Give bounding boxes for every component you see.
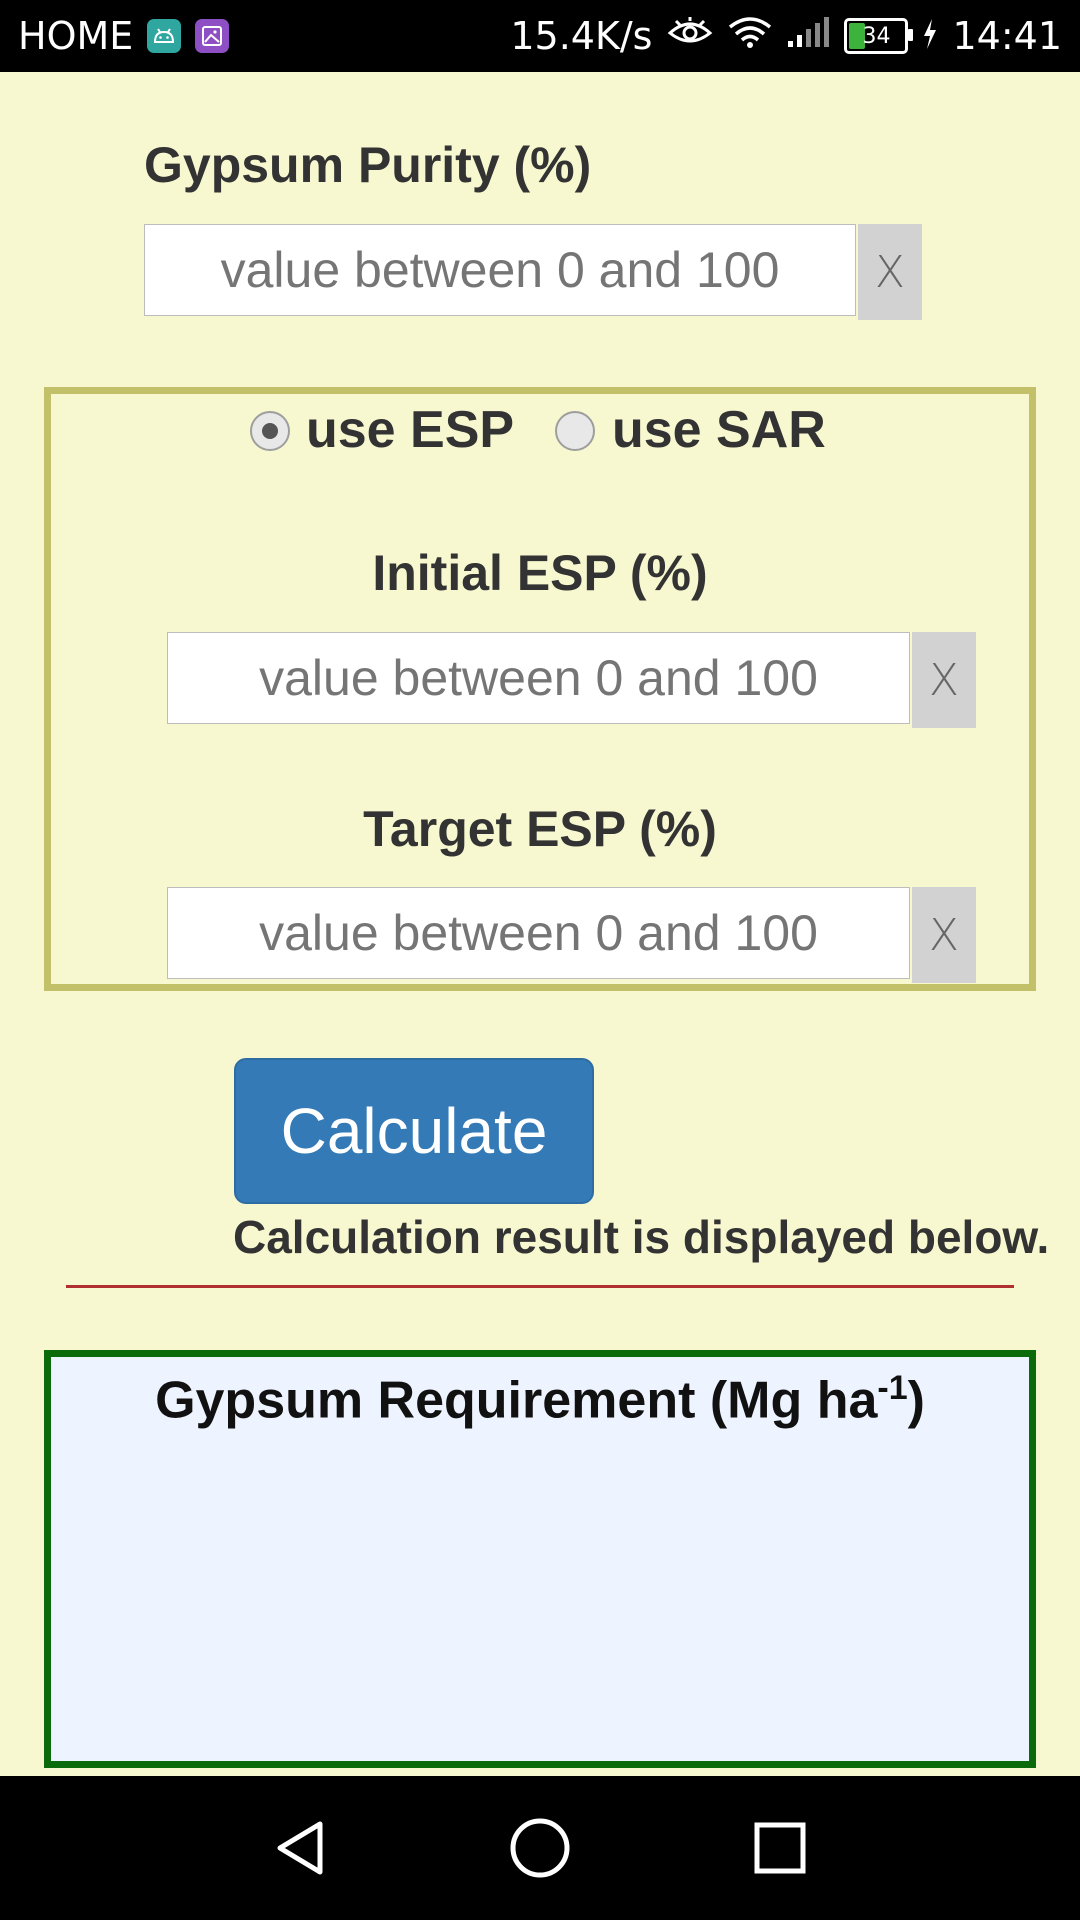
signal-icon (786, 14, 830, 58)
recents-icon[interactable] (720, 1776, 840, 1920)
status-bar: HOME 15.4K/s 34 14:41 (0, 0, 1080, 72)
home-label: HOME (18, 14, 134, 58)
gallery-icon (195, 19, 230, 53)
gypsum-purity-clear-button[interactable]: X (858, 224, 922, 320)
network-speed: 15.4K/s (510, 14, 653, 58)
divider (66, 1285, 1014, 1288)
clock: 14:41 (952, 14, 1062, 58)
back-icon[interactable] (240, 1776, 360, 1920)
initial-esp-input[interactable]: value between 0 and 100 (167, 632, 910, 724)
gypsum-purity-input[interactable]: value between 0 and 100 (144, 224, 856, 316)
target-esp-label: Target ESP (%) (363, 801, 717, 857)
initial-esp-clear-button[interactable]: X (912, 632, 976, 728)
wifi-icon (728, 14, 772, 58)
initial-esp-label: Initial ESP (%) (372, 545, 708, 601)
eye-icon (666, 14, 714, 58)
use-sar-label[interactable]: use SAR (612, 400, 826, 460)
result-title-superscript: -1 (877, 1369, 908, 1407)
status-bar-left: HOME (18, 0, 230, 72)
home-icon[interactable] (480, 1776, 600, 1920)
status-bar-right: 15.4K/s 34 14:41 (510, 0, 1062, 72)
result-title: Gypsum Requirement (Mg ha-1) (51, 1369, 1029, 1430)
use-esp-radio[interactable] (250, 411, 290, 451)
charging-icon (922, 14, 938, 58)
calculate-button[interactable]: Calculate (234, 1058, 594, 1204)
target-esp-clear-button[interactable]: X (912, 887, 976, 983)
target-esp-input[interactable]: value between 0 and 100 (167, 887, 910, 979)
battery-icon: 34 (844, 18, 914, 54)
use-sar-radio[interactable] (555, 411, 595, 451)
android-icon (147, 19, 182, 53)
result-title-end: ) (907, 1371, 925, 1430)
result-note: Calculation result is displayed below. (233, 1211, 1050, 1263)
result-title-text: Gypsum Requirement (Mg ha (155, 1371, 878, 1430)
gypsum-purity-label: Gypsum Purity (%) (144, 137, 592, 193)
battery-level: 34 (862, 23, 891, 49)
use-esp-label[interactable]: use ESP (306, 400, 514, 460)
navigation-bar (0, 1776, 1080, 1920)
result-panel: Gypsum Requirement (Mg ha-1) (44, 1350, 1036, 1768)
